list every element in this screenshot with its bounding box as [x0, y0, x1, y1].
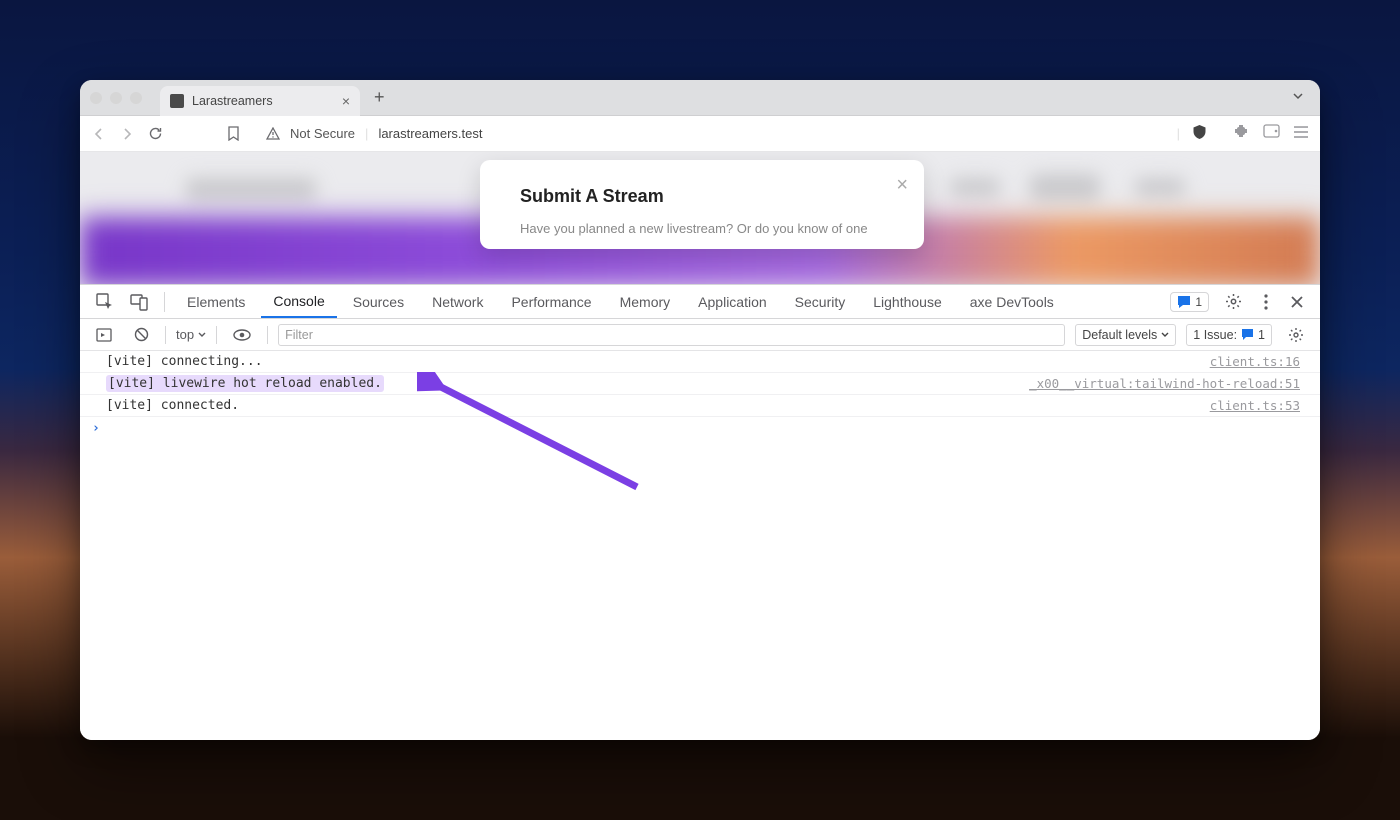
titlebar: Larastreamers × +	[80, 80, 1320, 116]
log-levels-select[interactable]: Default levels	[1075, 324, 1176, 346]
bookmark-button[interactable]	[227, 126, 240, 141]
devtab-network[interactable]: Network	[420, 285, 495, 318]
console-source-link[interactable]: client.ts:16	[1210, 354, 1300, 369]
submit-stream-modal: × Submit A Stream Have you planned a new…	[480, 160, 924, 249]
url-text: larastreamers.test	[378, 126, 482, 141]
context-select[interactable]: top	[176, 327, 206, 342]
devtab-elements[interactable]: Elements	[175, 285, 257, 318]
devtools-tabs: Elements Console Sources Network Perform…	[80, 285, 1320, 319]
inspect-element-button[interactable]	[90, 289, 120, 315]
window-minimize-button[interactable]	[110, 92, 122, 104]
devtab-application[interactable]: Application	[686, 285, 779, 318]
console-message: [vite] connecting...	[106, 354, 1210, 369]
tab-title: Larastreamers	[192, 94, 273, 108]
traffic-lights	[90, 92, 142, 104]
live-expression-button[interactable]	[227, 325, 257, 345]
shield-icon[interactable]	[1192, 124, 1207, 143]
devtab-axe[interactable]: axe DevTools	[958, 285, 1066, 318]
console-message: [vite] livewire hot reload enabled.	[106, 376, 1029, 391]
reload-button[interactable]	[148, 126, 163, 141]
devtools-panel: Elements Console Sources Network Perform…	[80, 284, 1320, 740]
modal-body: Have you planned a new livestream? Or do…	[520, 219, 884, 239]
forward-button[interactable]	[120, 127, 134, 141]
favicon	[170, 94, 184, 108]
window-zoom-button[interactable]	[130, 92, 142, 104]
device-toolbar-button[interactable]	[124, 289, 154, 315]
page-viewport: × Submit A Stream Have you planned a new…	[80, 152, 1320, 284]
not-secure-icon	[266, 127, 280, 140]
console-row: [vite] livewire hot reload enabled. _x00…	[80, 373, 1320, 395]
console-row: [vite] connecting... client.ts:16	[80, 351, 1320, 373]
console-message: [vite] connected.	[106, 398, 1210, 413]
back-button[interactable]	[92, 127, 106, 141]
clear-console-button[interactable]	[128, 323, 155, 346]
devtab-memory[interactable]: Memory	[608, 285, 683, 318]
close-tab-button[interactable]: ×	[342, 93, 350, 109]
console-row: [vite] connected. client.ts:53	[80, 395, 1320, 417]
console-source-link[interactable]: client.ts:53	[1210, 398, 1300, 413]
console-prompt[interactable]	[80, 417, 1320, 440]
devtools-close-button[interactable]	[1284, 291, 1310, 313]
console-settings-button[interactable]	[1282, 323, 1310, 347]
console-sidebar-toggle[interactable]	[90, 324, 118, 346]
separator: |	[365, 126, 368, 141]
devtab-security[interactable]: Security	[783, 285, 858, 318]
extensions-button[interactable]	[1233, 123, 1249, 144]
new-tab-button[interactable]: +	[368, 87, 391, 108]
menu-button[interactable]	[1294, 125, 1308, 143]
console-output: [vite] connecting... client.ts:16 [vite]…	[80, 351, 1320, 740]
devtab-lighthouse[interactable]: Lighthouse	[861, 285, 954, 318]
security-label: Not Secure	[290, 126, 355, 141]
window-close-button[interactable]	[90, 92, 102, 104]
console-toolbar: top Filter Default levels 1 Issue: 1	[80, 319, 1320, 351]
modal-close-button[interactable]: ×	[896, 174, 908, 197]
devtools-more-button[interactable]	[1258, 290, 1274, 314]
tab-list-button[interactable]	[1286, 89, 1310, 107]
browser-window: Larastreamers × + Not Secure |	[80, 80, 1320, 740]
devtab-sources[interactable]: Sources	[341, 285, 416, 318]
toolbar: Not Secure | larastreamers.test |	[80, 116, 1320, 152]
issues-badge[interactable]: 1 Issue: 1	[1186, 324, 1272, 346]
separator: |	[1177, 126, 1180, 141]
console-messages-badge[interactable]: 1	[1170, 292, 1209, 312]
console-filter-input[interactable]: Filter	[278, 324, 1065, 346]
devtab-performance[interactable]: Performance	[499, 285, 603, 318]
devtools-settings-button[interactable]	[1219, 289, 1248, 314]
modal-title: Submit A Stream	[520, 186, 884, 207]
address-bar[interactable]: Not Secure | larastreamers.test |	[254, 120, 1219, 148]
browser-tab[interactable]: Larastreamers ×	[160, 86, 360, 116]
wallet-button[interactable]	[1263, 124, 1280, 143]
devtab-console[interactable]: Console	[261, 285, 336, 318]
console-source-link[interactable]: _x00__virtual:tailwind-hot-reload:51	[1029, 376, 1300, 391]
